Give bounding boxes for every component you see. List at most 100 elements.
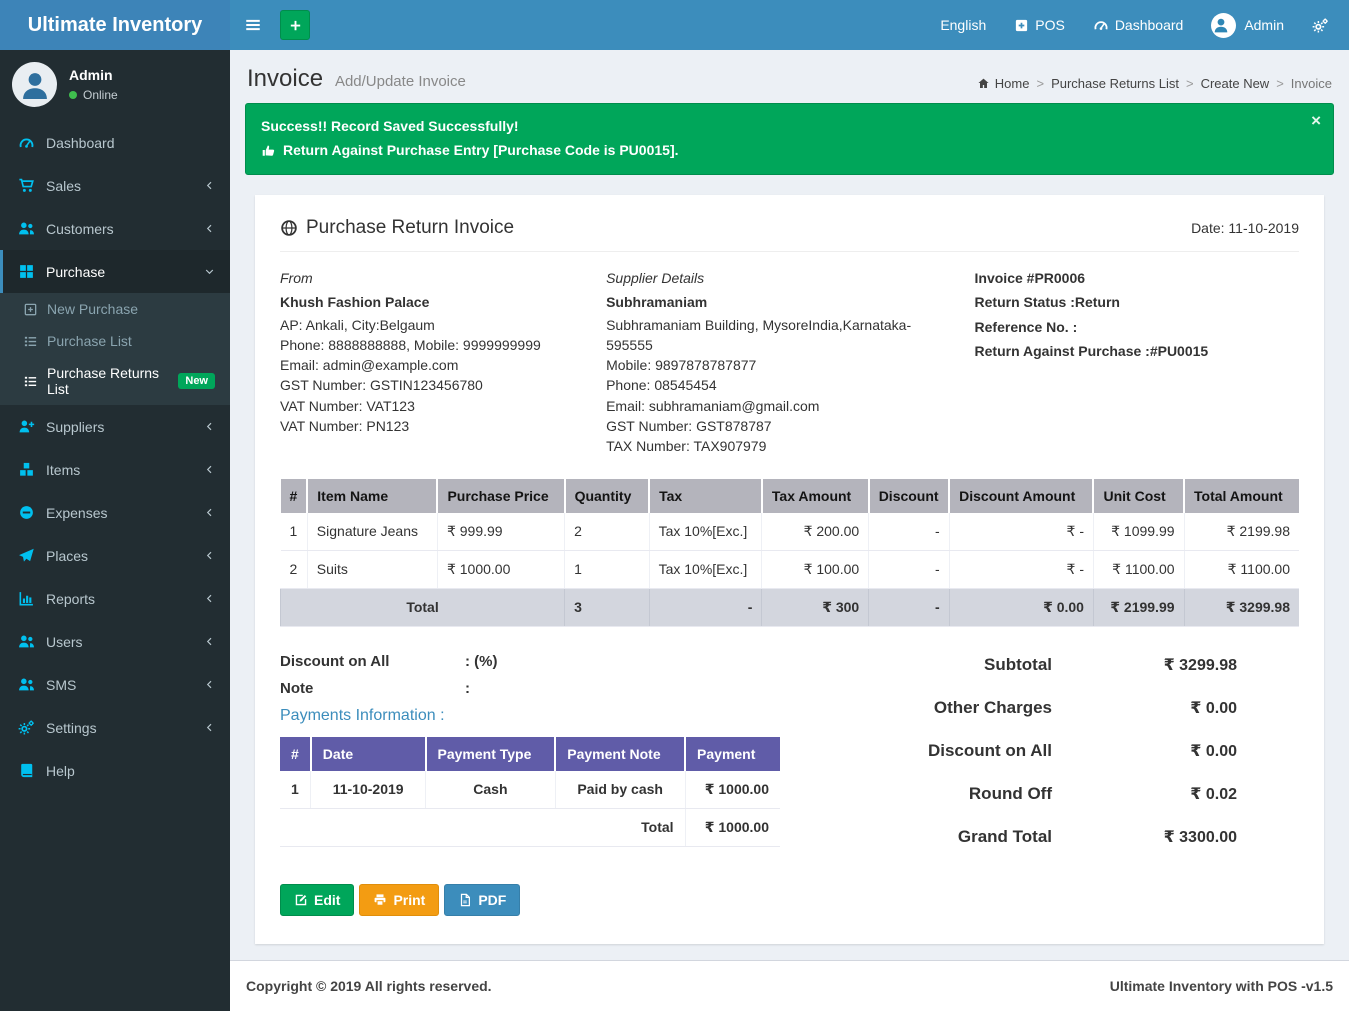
round-off-label: Round Off	[969, 784, 1052, 804]
list-icon	[23, 334, 38, 349]
chevron-left-icon	[204, 679, 215, 690]
plus-icon	[288, 18, 303, 33]
item-row: 2 Suits ₹ 1000.00 1 Tax 10%[Exc.] ₹ 100.…	[281, 550, 1300, 588]
page-title: Invoice	[247, 65, 323, 92]
company-name: Khush Fashion Palace	[280, 292, 586, 312]
sidebar-item-help[interactable]: Help	[0, 749, 230, 792]
close-icon[interactable]: ×	[1311, 112, 1321, 129]
avatar	[12, 62, 57, 107]
app-title: Ultimate Inventory	[28, 14, 202, 37]
version-text: Ultimate Inventory with POS -v1.5	[1110, 978, 1333, 994]
alert-message: Return Against Purchase Entry [Purchase …	[261, 142, 1303, 158]
settings-menu[interactable]	[1298, 0, 1349, 50]
return-against-purchase: Return Against Purchase :#PU0015	[975, 341, 1299, 361]
invoice-number: Invoice #PR0006	[975, 268, 1299, 288]
sidebar-item-purchase[interactable]: Purchase	[0, 250, 230, 293]
breadcrumb-current: Invoice	[1269, 76, 1332, 91]
note-value: :	[465, 680, 470, 697]
sidebar-item-expenses[interactable]: Expenses	[0, 491, 230, 534]
bar-chart-icon	[18, 590, 35, 607]
supplier-name: Subhramaniam	[606, 292, 932, 312]
tachometer-icon	[1093, 17, 1109, 33]
sidebar-item-dashboard[interactable]: Dashboard	[0, 121, 230, 164]
sidebar-user-status: Online	[69, 88, 118, 102]
discount-all-label: Discount on All	[928, 741, 1052, 761]
sidebar-item-suppliers[interactable]: Suppliers	[0, 405, 230, 448]
sidebar: Ultimate Inventory Admin Online Dashboar…	[0, 0, 230, 1011]
sidebar-item-sales[interactable]: Sales	[0, 164, 230, 207]
globe-icon	[280, 219, 298, 237]
sidebar-item-places[interactable]: Places	[0, 534, 230, 577]
sidebar-item-purchase-list[interactable]: Purchase List	[0, 325, 230, 357]
success-alert: Success!! Record Saved Successfully! Ret…	[245, 103, 1334, 175]
chevron-down-icon	[204, 266, 215, 277]
printer-icon	[373, 893, 387, 907]
minus-circle-icon	[18, 504, 35, 521]
home-icon	[977, 77, 990, 90]
breadcrumb-purchase-returns-list[interactable]: Purchase Returns List	[1029, 76, 1179, 91]
chevron-left-icon	[204, 464, 215, 475]
gears-icon	[18, 719, 35, 736]
sidebar-user-name: Admin	[69, 67, 118, 83]
from-block: From Khush Fashion Palace AP: Ankali, Ci…	[280, 268, 606, 457]
language-menu[interactable]: English	[926, 0, 1000, 50]
subtotal-label: Subtotal	[984, 655, 1052, 675]
item-row: 1 Signature Jeans ₹ 999.99 2 Tax 10%[Exc…	[281, 513, 1300, 551]
pdf-icon	[458, 893, 472, 907]
sidebar-item-settings[interactable]: Settings	[0, 706, 230, 749]
users-icon	[18, 633, 35, 650]
chevron-left-icon	[204, 593, 215, 604]
invoice-title: Purchase Return Invoice	[280, 217, 514, 239]
app-window: Ultimate Inventory Admin Online Dashboar…	[0, 0, 1349, 1011]
sidebar-toggle-button[interactable]	[230, 0, 276, 50]
grand-total-value: ₹ 3300.00	[1052, 827, 1237, 847]
items-table: # Item Name Purchase Price Quantity Tax …	[280, 479, 1299, 627]
pos-link[interactable]: POS	[1000, 0, 1079, 50]
paper-plane-icon	[18, 547, 35, 564]
discount-on-all-label: Discount on All	[280, 653, 465, 670]
breadcrumb-create-new[interactable]: Create New	[1179, 76, 1269, 91]
note-label: Note	[280, 680, 465, 697]
cubes-icon	[18, 461, 35, 478]
new-badge: New	[178, 373, 215, 389]
app-logo[interactable]: Ultimate Inventory	[0, 0, 230, 50]
chevron-left-icon	[204, 636, 215, 647]
invoice-meta-block: Invoice #PR0006 Return Status :Return Re…	[953, 268, 1299, 457]
sidebar-item-customers[interactable]: Customers	[0, 207, 230, 250]
online-dot-icon	[69, 91, 77, 99]
payments-total-row: Total ₹ 1000.00	[280, 808, 780, 846]
user-plus-icon	[18, 418, 35, 435]
chevron-left-icon	[204, 550, 215, 561]
print-button[interactable]: Print	[359, 884, 439, 916]
sidebar-item-sms[interactable]: SMS	[0, 663, 230, 706]
alert-title: Success!! Record Saved Successfully!	[261, 118, 1303, 134]
dashboard-link[interactable]: Dashboard	[1079, 0, 1198, 50]
user-menu[interactable]: Admin	[1197, 0, 1298, 50]
thumbs-up-icon	[261, 143, 276, 158]
chevron-left-icon	[204, 223, 215, 234]
list-icon	[23, 374, 38, 389]
breadcrumb: Home Purchase Returns List Create New In…	[977, 76, 1332, 93]
sidebar-item-reports[interactable]: Reports	[0, 577, 230, 620]
hamburger-icon	[244, 16, 262, 34]
return-status: Return Status :Return	[975, 292, 1299, 312]
sidebar-item-items[interactable]: Items	[0, 448, 230, 491]
quick-add-button[interactable]	[280, 10, 310, 40]
discount-all-value: ₹ 0.00	[1052, 741, 1237, 761]
grand-total-label: Grand Total	[958, 827, 1052, 847]
top-navbar: English POS Dashboard Admin	[230, 0, 1349, 50]
supplier-block: Supplier Details Subhramaniam Subhramani…	[606, 268, 952, 457]
reference-no: Reference No. :	[975, 317, 1299, 337]
chevron-left-icon	[204, 507, 215, 518]
breadcrumb-home[interactable]: Home	[977, 76, 1030, 91]
subtotal-value: ₹ 3299.98	[1052, 655, 1237, 675]
sidebar-item-users[interactable]: Users	[0, 620, 230, 663]
invoice-card: Purchase Return Invoice Date: 11-10-2019…	[255, 195, 1324, 944]
sidebar-item-new-purchase[interactable]: New Purchase	[0, 293, 230, 325]
pdf-button[interactable]: PDF	[444, 884, 520, 916]
edit-button[interactable]: Edit	[280, 884, 354, 916]
sidebar-item-purchase-returns-list[interactable]: Purchase Returns ListNew	[0, 357, 230, 405]
chevron-left-icon	[204, 421, 215, 432]
other-charges-value: ₹ 0.00	[1052, 698, 1237, 718]
tachometer-icon	[18, 134, 35, 151]
